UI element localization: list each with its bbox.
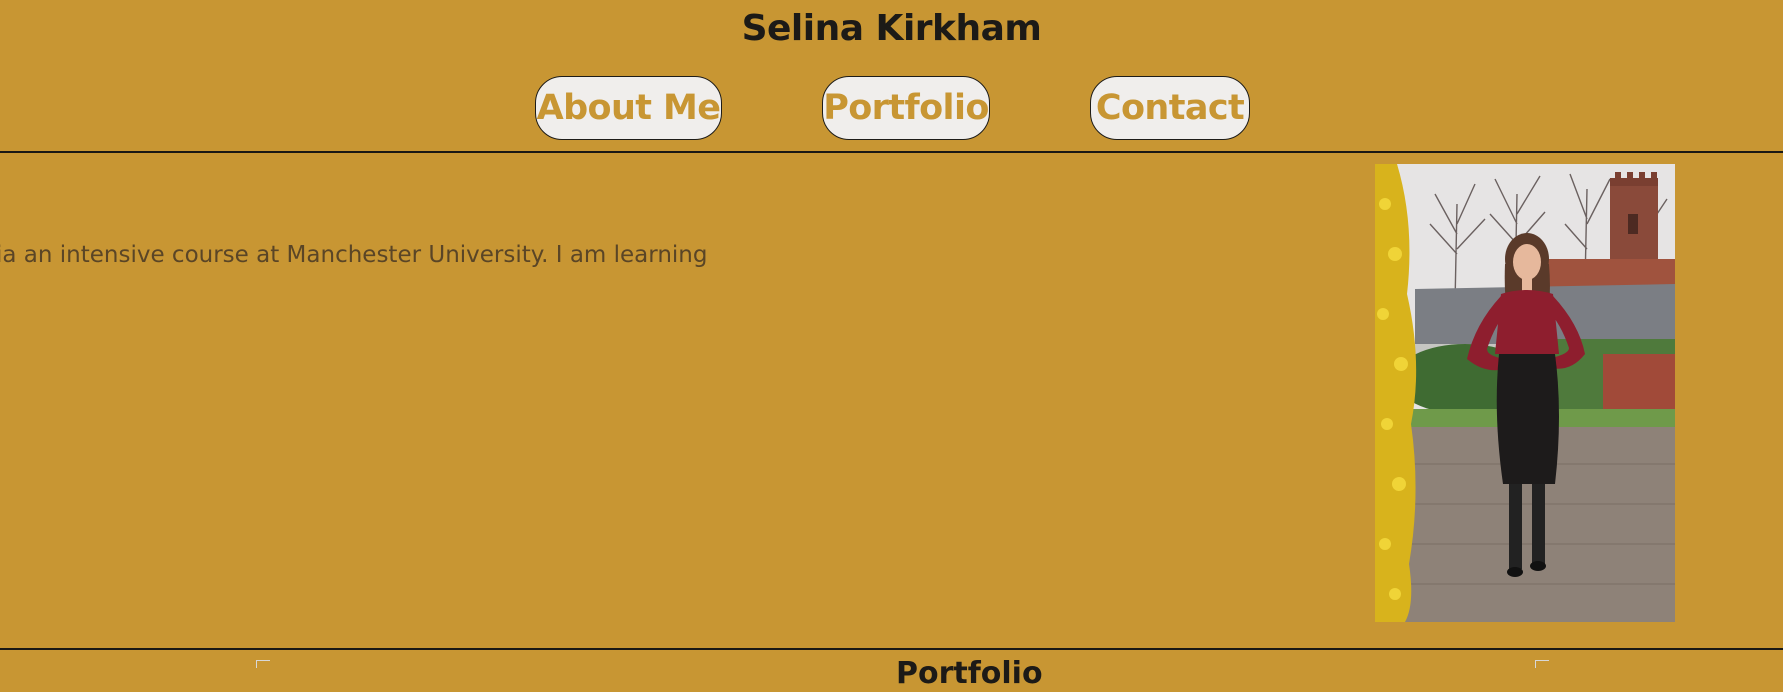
broken-image-icon xyxy=(256,660,270,668)
portfolio-heading: Portfolio xyxy=(896,656,1043,691)
profile-photo xyxy=(1375,164,1675,622)
about-intro-text: ia an intensive course at Manchester Uni… xyxy=(0,242,708,268)
contact-button[interactable]: Contact xyxy=(1090,76,1250,140)
header-divider xyxy=(0,151,1783,153)
about-me-button[interactable]: About Me xyxy=(535,76,722,140)
site-title: Selina Kirkham xyxy=(741,8,1042,49)
section-divider xyxy=(0,648,1783,650)
broken-image-icon xyxy=(1535,660,1549,668)
portfolio-button[interactable]: Portfolio xyxy=(822,76,990,140)
